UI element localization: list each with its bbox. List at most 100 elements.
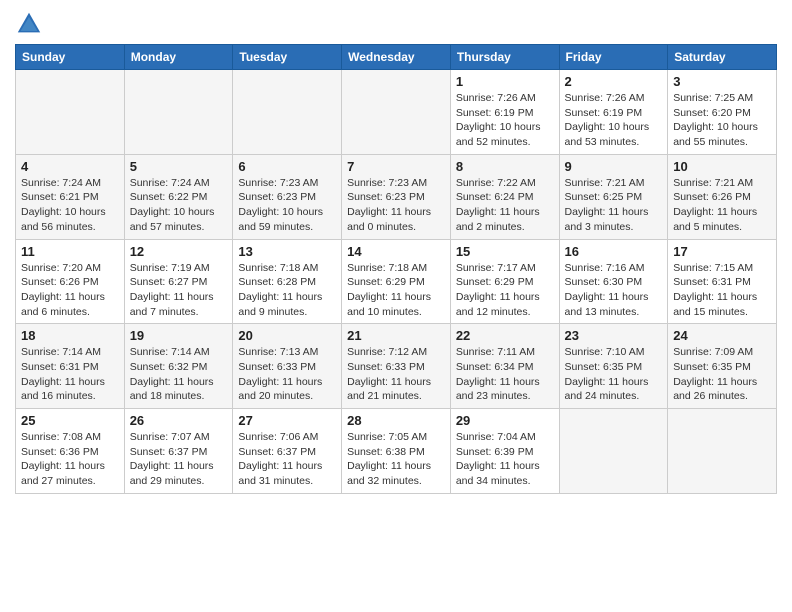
calendar-cell: [233, 70, 342, 155]
day-info: Sunrise: 7:21 AMSunset: 6:25 PMDaylight:…: [565, 176, 663, 235]
calendar-cell: 21 Sunrise: 7:12 AMSunset: 6:33 PMDayligh…: [342, 324, 451, 409]
day-number: 1: [456, 74, 554, 89]
day-info: Sunrise: 7:17 AMSunset: 6:29 PMDaylight:…: [456, 261, 554, 320]
day-info: Sunrise: 7:24 AMSunset: 6:22 PMDaylight:…: [130, 176, 228, 235]
weekday-header-sunday: Sunday: [16, 45, 125, 70]
calendar-cell: 10Sunrise: 7:21 AMSunset: 6:26 PMDayligh…: [668, 154, 777, 239]
calendar-cell: 23 Sunrise: 7:10 AMSunset: 6:35 PMDayligh…: [559, 324, 668, 409]
day-info: Sunrise: 7:18 AMSunset: 6:29 PMDaylight:…: [347, 261, 445, 320]
day-number: 29: [456, 413, 554, 428]
day-number: 23: [565, 328, 663, 343]
day-number: 25: [21, 413, 119, 428]
weekday-header-wednesday: Wednesday: [342, 45, 451, 70]
calendar-cell: 19 Sunrise: 7:14 AMSunset: 6:32 PMDayligh…: [124, 324, 233, 409]
calendar-cell: [124, 70, 233, 155]
day-number: 3: [673, 74, 771, 89]
weekday-header-tuesday: Tuesday: [233, 45, 342, 70]
calendar-cell: 4 Sunrise: 7:24 AMSunset: 6:21 PMDaylight…: [16, 154, 125, 239]
day-number: 19: [130, 328, 228, 343]
day-number: 27: [238, 413, 336, 428]
header: [15, 10, 777, 38]
calendar-cell: 22 Sunrise: 7:11 AMSunset: 6:34 PMDayligh…: [450, 324, 559, 409]
calendar-cell: 29 Sunrise: 7:04 AMSunset: 6:39 PMDayligh…: [450, 409, 559, 494]
day-number: 5: [130, 159, 228, 174]
weekday-header-row: SundayMondayTuesdayWednesdayThursdayFrid…: [16, 45, 777, 70]
calendar-cell: 3 Sunrise: 7:25 AMSunset: 6:20 PMDaylight…: [668, 70, 777, 155]
day-info: Sunrise: 7:19 AMSunset: 6:27 PMDaylight:…: [130, 261, 228, 320]
calendar-cell: 11 Sunrise: 7:20 AMSunset: 6:26 PMDayligh…: [16, 239, 125, 324]
calendar-cell: 24 Sunrise: 7:09 AMSunset: 6:35 PMDayligh…: [668, 324, 777, 409]
day-info: Sunrise: 7:11 AMSunset: 6:34 PMDaylight:…: [456, 345, 554, 404]
calendar-cell: [559, 409, 668, 494]
day-number: 7: [347, 159, 445, 174]
day-info: Sunrise: 7:24 AMSunset: 6:21 PMDaylight:…: [21, 176, 119, 235]
weekday-header-thursday: Thursday: [450, 45, 559, 70]
day-number: 8: [456, 159, 554, 174]
day-number: 16: [565, 244, 663, 259]
day-info: Sunrise: 7:10 AMSunset: 6:35 PMDaylight:…: [565, 345, 663, 404]
calendar-cell: 20 Sunrise: 7:13 AMSunset: 6:33 PMDayligh…: [233, 324, 342, 409]
calendar-cell: 2Sunrise: 7:26 AMSunset: 6:19 PMDaylight…: [559, 70, 668, 155]
day-info: Sunrise: 7:20 AMSunset: 6:26 PMDaylight:…: [21, 261, 119, 320]
day-number: 22: [456, 328, 554, 343]
calendar-cell: 18Sunrise: 7:14 AMSunset: 6:31 PMDayligh…: [16, 324, 125, 409]
weekday-header-friday: Friday: [559, 45, 668, 70]
day-info: Sunrise: 7:22 AMSunset: 6:24 PMDaylight:…: [456, 176, 554, 235]
day-info: Sunrise: 7:18 AMSunset: 6:28 PMDaylight:…: [238, 261, 336, 320]
day-info: Sunrise: 7:15 AMSunset: 6:31 PMDaylight:…: [673, 261, 771, 320]
calendar-cell: [342, 70, 451, 155]
day-info: Sunrise: 7:09 AMSunset: 6:35 PMDaylight:…: [673, 345, 771, 404]
calendar-cell: [16, 70, 125, 155]
day-info: Sunrise: 7:07 AMSunset: 6:37 PMDaylight:…: [130, 430, 228, 489]
day-info: Sunrise: 7:23 AMSunset: 6:23 PMDaylight:…: [347, 176, 445, 235]
day-number: 9: [565, 159, 663, 174]
day-number: 15: [456, 244, 554, 259]
day-info: Sunrise: 7:12 AMSunset: 6:33 PMDaylight:…: [347, 345, 445, 404]
day-number: 13: [238, 244, 336, 259]
calendar-cell: 14 Sunrise: 7:18 AMSunset: 6:29 PMDayligh…: [342, 239, 451, 324]
day-info: Sunrise: 7:13 AMSunset: 6:33 PMDaylight:…: [238, 345, 336, 404]
day-info: Sunrise: 7:25 AMSunset: 6:20 PMDaylight:…: [673, 91, 771, 150]
calendar-cell: 7 Sunrise: 7:23 AMSunset: 6:23 PMDaylight…: [342, 154, 451, 239]
day-number: 2: [565, 74, 663, 89]
day-info: Sunrise: 7:04 AMSunset: 6:39 PMDaylight:…: [456, 430, 554, 489]
calendar-cell: 25 Sunrise: 7:08 AMSunset: 6:36 PMDayligh…: [16, 409, 125, 494]
calendar-cell: 27Sunrise: 7:06 AMSunset: 6:37 PMDayligh…: [233, 409, 342, 494]
calendar-cell: 1 Sunrise: 7:26 AMSunset: 6:19 PMDaylight…: [450, 70, 559, 155]
day-number: 17: [673, 244, 771, 259]
day-info: Sunrise: 7:26 AMSunset: 6:19 PMDaylight:…: [456, 91, 554, 150]
day-info: Sunrise: 7:14 AMSunset: 6:32 PMDaylight:…: [130, 345, 228, 404]
weekday-header-monday: Monday: [124, 45, 233, 70]
day-number: 4: [21, 159, 119, 174]
day-info: Sunrise: 7:16 AMSunset: 6:30 PMDaylight:…: [565, 261, 663, 320]
calendar-table: SundayMondayTuesdayWednesdayThursdayFrid…: [15, 44, 777, 494]
calendar-cell: 5 Sunrise: 7:24 AMSunset: 6:22 PMDaylight…: [124, 154, 233, 239]
day-number: 20: [238, 328, 336, 343]
page-container: SundayMondayTuesdayWednesdayThursdayFrid…: [0, 0, 792, 504]
calendar-cell: [668, 409, 777, 494]
calendar-cell: 16 Sunrise: 7:16 AMSunset: 6:30 PMDayligh…: [559, 239, 668, 324]
calendar-cell: 6 Sunrise: 7:23 AMSunset: 6:23 PMDaylight…: [233, 154, 342, 239]
day-number: 6: [238, 159, 336, 174]
day-info: Sunrise: 7:05 AMSunset: 6:38 PMDaylight:…: [347, 430, 445, 489]
day-number: 18: [21, 328, 119, 343]
weekday-header-saturday: Saturday: [668, 45, 777, 70]
day-number: 11: [21, 244, 119, 259]
calendar-week-row: 11 Sunrise: 7:20 AMSunset: 6:26 PMDayligh…: [16, 239, 777, 324]
calendar-week-row: 18Sunrise: 7:14 AMSunset: 6:31 PMDayligh…: [16, 324, 777, 409]
logo: [15, 10, 47, 38]
calendar-cell: 13 Sunrise: 7:18 AMSunset: 6:28 PMDayligh…: [233, 239, 342, 324]
day-number: 24: [673, 328, 771, 343]
calendar-cell: 9 Sunrise: 7:21 AMSunset: 6:25 PMDaylight…: [559, 154, 668, 239]
calendar-cell: 15 Sunrise: 7:17 AMSunset: 6:29 PMDayligh…: [450, 239, 559, 324]
day-number: 26: [130, 413, 228, 428]
day-number: 28: [347, 413, 445, 428]
calendar-cell: 28 Sunrise: 7:05 AMSunset: 6:38 PMDayligh…: [342, 409, 451, 494]
calendar-week-row: 1 Sunrise: 7:26 AMSunset: 6:19 PMDaylight…: [16, 70, 777, 155]
day-number: 21: [347, 328, 445, 343]
calendar-cell: 17 Sunrise: 7:15 AMSunset: 6:31 PMDayligh…: [668, 239, 777, 324]
day-info: Sunrise: 7:23 AMSunset: 6:23 PMDaylight:…: [238, 176, 336, 235]
day-number: 14: [347, 244, 445, 259]
day-number: 10: [673, 159, 771, 174]
day-info: Sunrise: 7:08 AMSunset: 6:36 PMDaylight:…: [21, 430, 119, 489]
